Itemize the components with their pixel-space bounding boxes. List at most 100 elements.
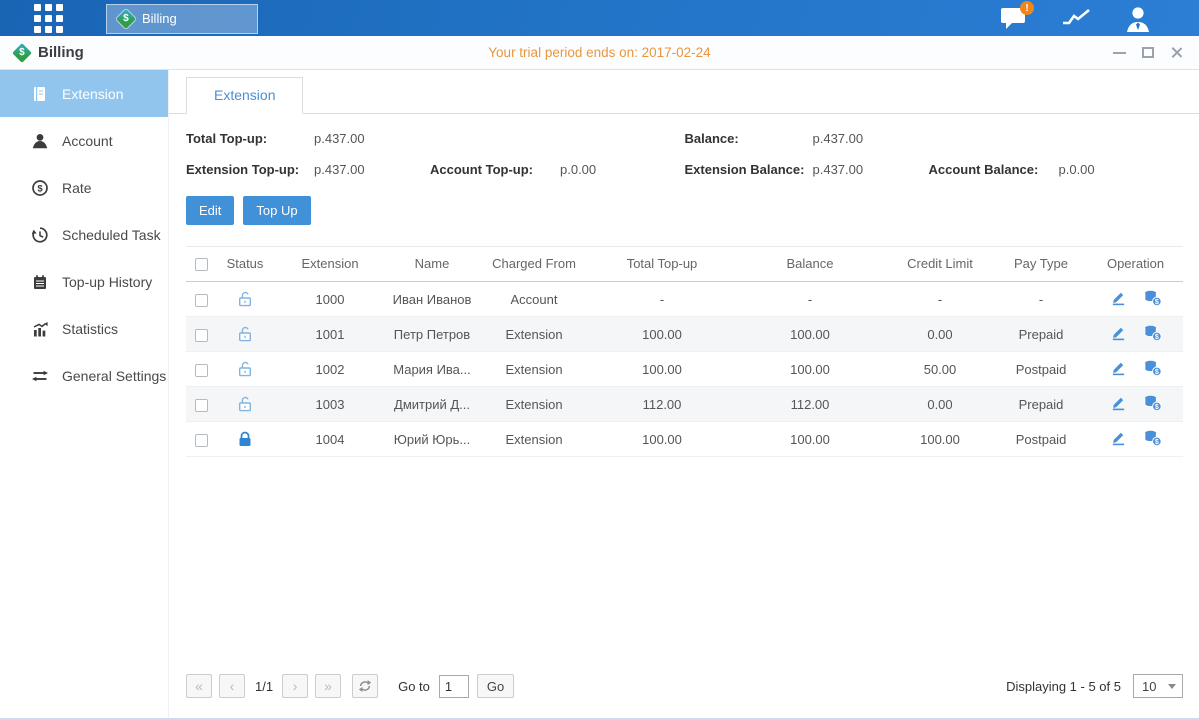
sidebar-item-label: Statistics — [62, 321, 118, 337]
go-button[interactable]: Go — [477, 674, 514, 698]
billing-app-window: $ Billing ! — [0, 0, 1199, 720]
table-row: 1002Мария Ива...Extension100.00100.0050.… — [186, 352, 1183, 387]
table-row: 1001Петр ПетровExtension100.00100.000.00… — [186, 317, 1183, 352]
maximize-icon[interactable] — [1142, 47, 1154, 58]
pagination-right: Displaying 1 - 5 of 5 10 — [1006, 674, 1183, 698]
edit-icon[interactable] — [1110, 394, 1127, 414]
notification-badge: ! — [1020, 1, 1034, 15]
sidebar-item-general-settings[interactable]: General Settings — [0, 352, 168, 399]
minimize-icon[interactable] — [1113, 52, 1126, 54]
topup-history-icon — [31, 273, 49, 291]
cell-balance: 100.00 — [734, 422, 886, 457]
edit-button[interactable]: Edit — [186, 196, 234, 225]
edit-icon[interactable] — [1110, 429, 1127, 449]
pagination-bar: « ‹ 1/1 › » Go to Go — [186, 660, 1183, 718]
cell-total-topup: 100.00 — [590, 352, 734, 387]
sidebar-item-statistics[interactable]: Statistics — [0, 305, 168, 352]
prev-page-button[interactable]: ‹ — [219, 674, 245, 698]
edit-icon[interactable] — [1110, 289, 1127, 309]
balance-value: p.437.00 — [813, 131, 929, 146]
tab-extension[interactable]: Extension — [186, 77, 303, 114]
account-icon — [31, 132, 49, 150]
row-checkbox[interactable] — [195, 294, 208, 307]
sidebar-item-top-up-history[interactable]: Top-up History — [0, 258, 168, 305]
window-title: $ Billing — [15, 44, 84, 61]
extension-balance-label: Extension Balance: — [685, 162, 813, 177]
taskbar-tab-billing[interactable]: $ Billing — [106, 4, 258, 34]
trial-notice: Your trial period ends on: 2017-02-24 — [0, 45, 1199, 60]
edit-icon[interactable] — [1110, 324, 1127, 344]
cell-extension: 1004 — [274, 422, 386, 457]
sidebar-item-account[interactable]: Account — [0, 117, 168, 164]
topup-coins-icon[interactable]: $ — [1143, 359, 1162, 380]
rate-icon: $ — [31, 179, 49, 197]
cell-credit-limit: 0.00 — [886, 317, 994, 352]
main-panel: Extension Total Top-up: p.437.00 Extensi… — [168, 70, 1199, 718]
row-checkbox[interactable] — [195, 434, 208, 447]
page-size-select[interactable]: 10 — [1133, 674, 1183, 698]
cell-select — [186, 422, 216, 457]
sidebar-item-extension[interactable]: Extension — [0, 70, 168, 117]
balance-label: Balance: — [685, 131, 813, 146]
extension-topup-value: p.437.00 — [314, 162, 430, 177]
column-header-pay-type: Pay Type — [994, 247, 1088, 282]
reports-chart-icon[interactable] — [1059, 4, 1093, 32]
sidebar-item-scheduled-task[interactable]: Scheduled Task — [0, 211, 168, 258]
first-page-button[interactable]: « — [186, 674, 212, 698]
topup-summary-right: Balance: p.437.00 Extension Balance: p.4… — [685, 131, 1184, 177]
cell-name: Петр Петров — [386, 317, 478, 352]
lock-closed-icon — [237, 431, 253, 446]
column-header-extension: Extension — [274, 247, 386, 282]
edit-icon[interactable] — [1110, 359, 1127, 379]
extensions-table: StatusExtensionNameCharged FromTotal Top… — [186, 246, 1183, 457]
topup-coins-icon[interactable]: $ — [1143, 324, 1162, 345]
sidebar-item-rate[interactable]: $Rate — [0, 164, 168, 211]
row-checkbox[interactable] — [195, 329, 208, 342]
extension-topup-label: Extension Top-up: — [186, 162, 314, 177]
topup-coins-icon[interactable]: $ — [1143, 289, 1162, 310]
goto-page-input[interactable] — [439, 675, 469, 698]
cell-name: Мария Ива... — [386, 352, 478, 387]
cell-operation: $ — [1088, 422, 1183, 457]
refresh-button[interactable] — [352, 674, 378, 698]
lock-open-icon — [237, 326, 253, 341]
notifications-icon[interactable]: ! — [997, 4, 1031, 32]
page-indicator: 1/1 — [255, 679, 273, 694]
sidebar: ExtensionAccount$RateScheduled Task Top-u… — [0, 70, 168, 718]
cell-credit-limit: 50.00 — [886, 352, 994, 387]
billing-app-icon: $ — [116, 9, 136, 29]
total-topup-label: Total Top-up: — [186, 131, 314, 146]
extension-content: Total Top-up: p.437.00 Extension Top-up:… — [169, 114, 1199, 718]
sidebar-item-label: Top-up History — [62, 274, 152, 290]
top-up-button[interactable]: Top Up — [243, 196, 310, 225]
desktop-topbar: $ Billing ! — [0, 0, 1199, 36]
sidebar-item-label: General Settings — [62, 368, 166, 384]
main-menu-grid-icon[interactable] — [34, 4, 63, 33]
topup-coins-icon[interactable]: $ — [1143, 394, 1162, 415]
close-icon[interactable] — [1170, 46, 1183, 59]
cell-total-topup: - — [590, 282, 734, 317]
column-header-balance: Balance — [734, 247, 886, 282]
displaying-status: Displaying 1 - 5 of 5 — [1006, 679, 1121, 694]
svg-text:$: $ — [1154, 368, 1158, 376]
statistics-icon — [31, 320, 49, 338]
table-row: 1000Иван ИвановAccount----$ — [186, 282, 1183, 317]
column-header-operation: Operation — [1088, 247, 1183, 282]
cell-total-topup: 100.00 — [590, 317, 734, 352]
cell-balance: - — [734, 282, 886, 317]
last-page-button[interactable]: » — [315, 674, 341, 698]
select-all-header — [186, 247, 216, 282]
row-checkbox[interactable] — [195, 364, 208, 377]
cell-operation: $ — [1088, 352, 1183, 387]
topup-summary: Total Top-up: p.437.00 Extension Top-up:… — [186, 131, 1183, 177]
total-topup-value: p.437.00 — [314, 131, 430, 146]
general-settings-icon — [31, 367, 49, 385]
cell-charged-from: Extension — [478, 352, 590, 387]
select-all-checkbox[interactable] — [195, 258, 208, 271]
topup-coins-icon[interactable]: $ — [1143, 429, 1162, 450]
user-account-icon[interactable] — [1121, 4, 1155, 32]
cell-credit-limit: 0.00 — [886, 387, 994, 422]
scheduled-task-icon — [31, 226, 49, 244]
next-page-button[interactable]: › — [282, 674, 308, 698]
row-checkbox[interactable] — [195, 399, 208, 412]
